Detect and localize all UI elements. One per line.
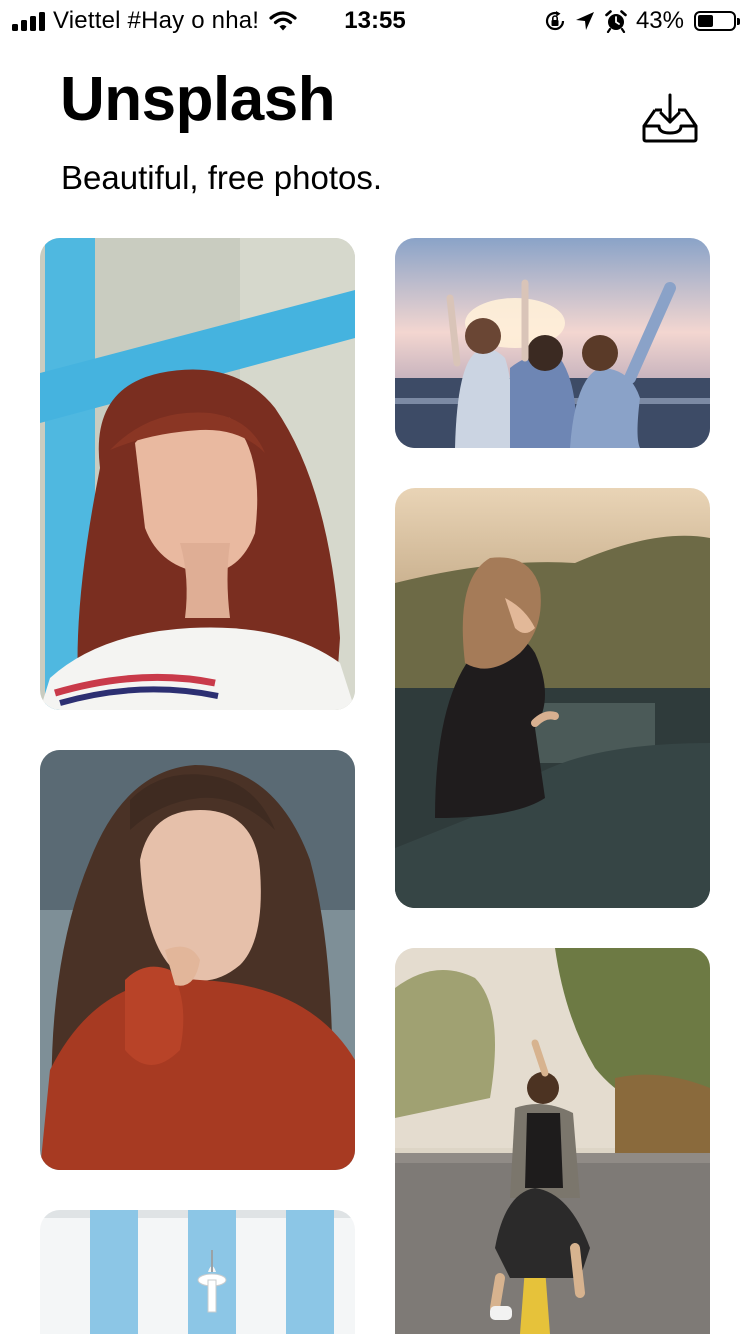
inbox-download-icon — [642, 93, 698, 143]
location-icon — [575, 12, 594, 30]
app-screen: Viettel #Hay o nha! 13:55 43% Unsplash B… — [0, 0, 750, 1334]
photo-card[interactable] — [40, 1210, 355, 1334]
orientation-lock-icon — [545, 11, 565, 31]
app-subtitle: Beautiful, free photos. — [61, 159, 383, 196]
wifi-icon — [269, 11, 297, 31]
app-title: Unsplash — [60, 65, 336, 134]
battery-fill — [698, 15, 713, 27]
photo-image — [395, 238, 710, 448]
signal-icon — [12, 11, 45, 31]
photo-image — [40, 238, 355, 710]
status-bar: Viettel #Hay o nha! 13:55 43% — [0, 0, 750, 40]
carrier-name: Viettel #Hay o nha! — [53, 7, 260, 34]
alarm-icon — [605, 10, 627, 33]
downloads-button[interactable] — [640, 92, 700, 144]
status-left: Viettel #Hay o nha! — [12, 6, 297, 36]
photo-card[interactable] — [395, 948, 710, 1334]
photo-image — [395, 948, 710, 1334]
battery-icon — [694, 11, 740, 31]
photo-card[interactable] — [395, 238, 710, 448]
status-right: 43% — [544, 6, 740, 36]
photo-image — [40, 1210, 355, 1334]
photo-card[interactable] — [395, 488, 710, 908]
battery-percent: 43% — [635, 7, 684, 34]
photo-card[interactable] — [40, 238, 355, 710]
photo-card[interactable] — [40, 750, 355, 1170]
photo-image — [40, 750, 355, 1170]
photo-image — [395, 488, 710, 908]
